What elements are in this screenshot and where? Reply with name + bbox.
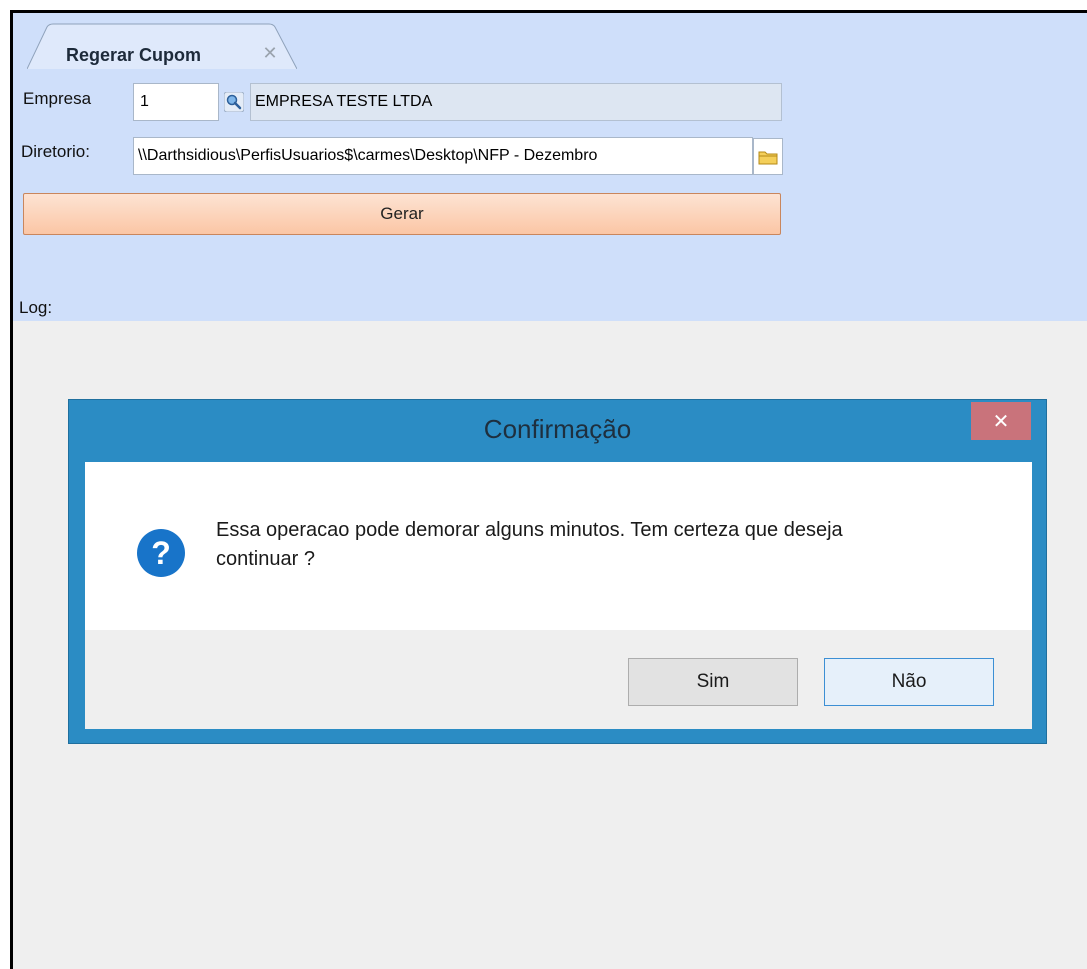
log-label: Log: (19, 298, 53, 317)
dialog-body: ? Essa operacao pode demorar alguns minu… (85, 462, 1032, 729)
question-icon: ? (137, 529, 185, 577)
dialog-footer: Sim Não (85, 630, 1032, 729)
folder-icon[interactable] (753, 138, 783, 175)
app-window: Regerar Cupom ✕ Empresa 1 EMPRESA TESTE … (10, 10, 1087, 969)
dialog-message-line-1: Essa operacao pode demorar alguns minuto… (216, 519, 843, 541)
empresa-label: Empresa (23, 89, 92, 108)
tab-title: Regerar Cupom (66, 45, 202, 65)
diretorio-input[interactable]: \\Darthsidious\PerfisUsuarios$\carmes\De… (133, 137, 753, 175)
svg-text:?: ? (151, 535, 171, 571)
sim-button[interactable]: Sim (628, 658, 798, 706)
dialog-title: Confirmação (483, 414, 632, 444)
form-panel: Regerar Cupom ✕ Empresa 1 EMPRESA TESTE … (13, 13, 1087, 321)
dialog-message: Essa operacao pode demorar alguns minuto… (216, 516, 996, 574)
confirmation-dialog: Confirmação ✕ ? Essa operacao pode demor… (68, 399, 1047, 744)
close-icon[interactable]: ✕ (261, 44, 279, 62)
dialog-message-line-2: continuar ? (216, 548, 315, 570)
close-icon[interactable]: ✕ (971, 402, 1031, 440)
nao-button[interactable]: Não (824, 658, 994, 706)
empresa-name-field: EMPRESA TESTE LTDA (250, 83, 782, 121)
diretorio-label: Diretorio: (21, 142, 90, 161)
empresa-code-input[interactable]: 1 (133, 83, 219, 121)
tab-regerar-cupom[interactable]: Regerar Cupom ✕ (27, 23, 297, 69)
gerar-button[interactable]: Gerar (23, 193, 781, 235)
search-icon[interactable] (219, 84, 249, 120)
